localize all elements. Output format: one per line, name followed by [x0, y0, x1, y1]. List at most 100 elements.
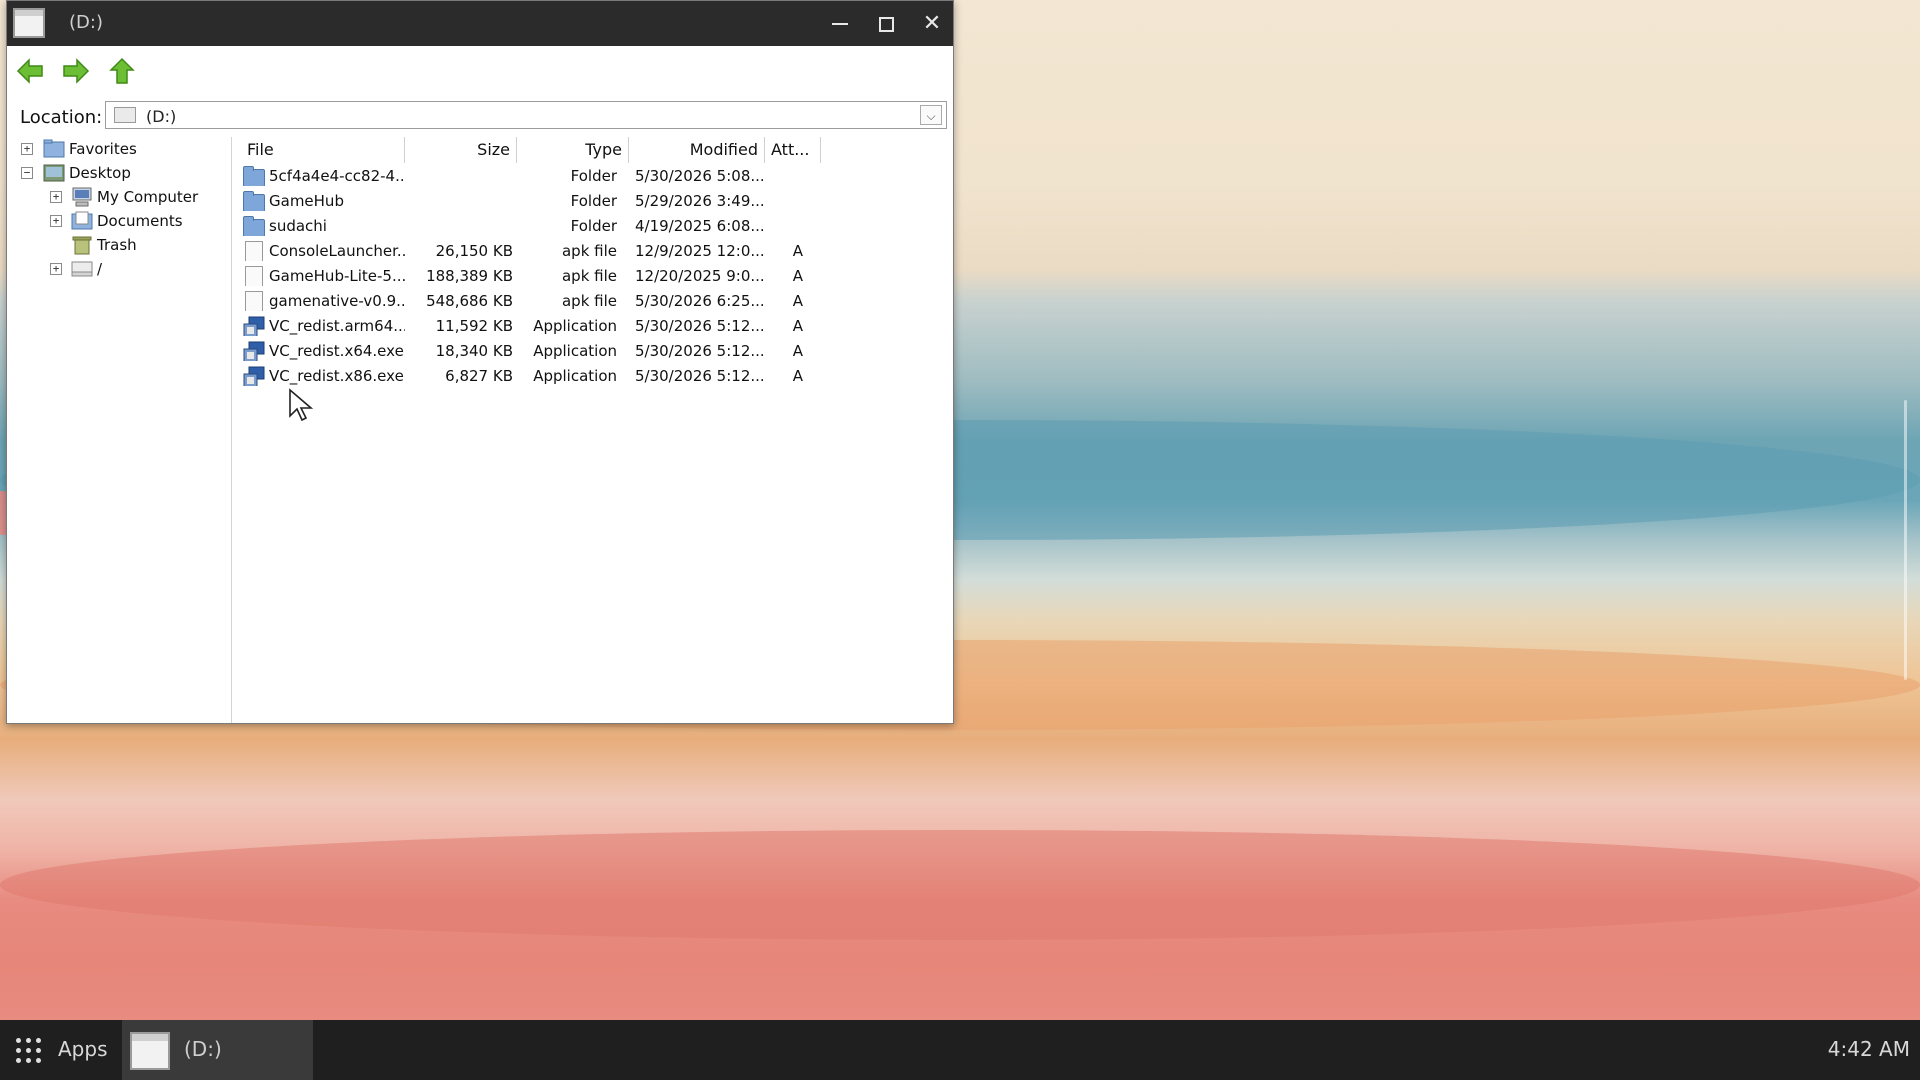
file-row[interactable]: GameHub Folder 5/29/2026 3:49... — [233, 189, 833, 214]
file-size — [405, 214, 513, 239]
location-bar: Location: (D:) ⌵ — [7, 97, 953, 133]
file-type: Application — [533, 342, 617, 360]
folder-icon — [243, 216, 265, 236]
file-icon — [245, 266, 263, 286]
arrow-up-icon — [109, 57, 135, 84]
desktop-icon — [43, 164, 65, 182]
tree-expander[interactable]: + — [50, 263, 62, 275]
file-name: ConsoleLauncher... — [269, 242, 405, 260]
file-row[interactable]: VC_redist.x86.exe 6,827 KB Application 5… — [233, 364, 833, 389]
file-size: 548,686 KB — [426, 292, 513, 310]
file-attributes: A — [792, 317, 803, 335]
wallpaper-wave — [0, 830, 1920, 940]
file-type: apk file — [561, 267, 617, 285]
file-modified: 5/29/2026 3:49... — [635, 192, 765, 210]
file-row[interactable]: VC_redist.arm64... 11,592 KB Application… — [233, 314, 833, 339]
column-header-attributes[interactable]: Att... — [765, 137, 821, 163]
tree-expander[interactable]: + — [50, 191, 62, 203]
folder-icon — [243, 166, 265, 186]
file-icon — [245, 291, 263, 311]
file-modified: 5/30/2026 5:12... — [635, 367, 765, 385]
file-name: 5cf4a4e4-cc82-4... — [269, 167, 405, 185]
file-size — [405, 164, 513, 189]
file-icon — [245, 241, 263, 261]
window-title: (D:) — [69, 12, 103, 33]
apps-menu-button[interactable]: Apps — [0, 1020, 120, 1080]
file-type: apk file — [561, 292, 617, 310]
taskbar-window-button[interactable]: (D:) — [122, 1020, 313, 1080]
tree-expander[interactable]: + — [21, 143, 33, 155]
computer-icon — [72, 187, 92, 207]
file-row[interactable]: VC_redist.x64.exe 18,340 KB Application … — [233, 339, 833, 364]
drive-icon — [71, 261, 93, 277]
app-grid-icon — [16, 1038, 42, 1064]
file-size — [405, 189, 513, 214]
forward-button[interactable] — [61, 56, 91, 86]
file-attributes — [773, 214, 803, 239]
close-icon: ✕ — [922, 11, 942, 36]
desktop-scroll-indicator — [1904, 400, 1907, 680]
folder-icon — [243, 191, 265, 211]
file-size: 188,389 KB — [426, 267, 513, 285]
column-header-type[interactable]: Type — [517, 137, 629, 163]
file-size: 11,592 KB — [435, 317, 513, 335]
apps-label: Apps — [58, 1037, 108, 1061]
file-modified: 5/30/2026 5:12... — [635, 342, 765, 360]
file-type: Folder — [570, 217, 617, 235]
file-attributes — [773, 164, 803, 189]
arrow-left-icon — [16, 58, 43, 84]
file-name: gamenative-v0.9.... — [269, 292, 405, 310]
pane-splitter[interactable] — [231, 137, 232, 723]
back-button[interactable] — [15, 56, 45, 86]
file-row[interactable]: sudachi Folder 4/19/2025 6:08... — [233, 214, 833, 239]
tree-item-label: Favorites — [69, 140, 137, 158]
tree-expander[interactable]: − — [21, 167, 33, 179]
file-attributes: A — [792, 267, 803, 285]
location-combobox[interactable]: (D:) ⌵ — [105, 101, 947, 129]
minimize-button[interactable] — [825, 9, 855, 39]
column-header-file[interactable]: File — [233, 137, 405, 163]
up-button[interactable] — [107, 56, 137, 86]
tree-item-label: Documents — [97, 212, 183, 230]
file-modified: 5/30/2026 6:25... — [635, 292, 765, 310]
file-modified: 12/9/2025 12:0... — [635, 242, 765, 260]
file-row[interactable]: 5cf4a4e4-cc82-4... Folder 5/30/2026 5:08… — [233, 164, 833, 189]
file-name: VC_redist.arm64... — [269, 317, 405, 335]
file-name: sudachi — [269, 217, 327, 235]
location-value[interactable]: (D:) — [146, 107, 176, 126]
favorites-folder-icon — [43, 139, 65, 158]
mouse-pointer-icon — [289, 388, 314, 422]
clock[interactable]: 4:42 AM — [1828, 1037, 1910, 1061]
close-button[interactable]: ✕ — [917, 9, 947, 39]
file-size: 18,340 KB — [435, 342, 513, 360]
file-name: VC_redist.x64.exe — [269, 342, 404, 360]
file-size: 6,827 KB — [445, 367, 513, 385]
arrow-right-icon — [63, 58, 90, 84]
location-label: Location: — [20, 107, 103, 128]
application-icon — [243, 366, 265, 386]
window-app-icon — [13, 8, 45, 38]
column-header-size[interactable]: Size — [405, 137, 517, 163]
file-type: apk file — [561, 242, 617, 260]
file-attributes: A — [792, 342, 803, 360]
maximize-button[interactable] — [871, 9, 901, 39]
file-row[interactable]: gamenative-v0.9.... 548,686 KB apk file … — [233, 289, 833, 314]
file-attributes — [773, 189, 803, 214]
file-type: Folder — [570, 192, 617, 210]
chevron-down-icon: ⌵ — [926, 109, 936, 123]
location-dropdown-button[interactable]: ⌵ — [920, 105, 942, 125]
window-titlebar[interactable]: (D:) ✕ — [7, 1, 953, 46]
file-size: 26,150 KB — [435, 242, 513, 260]
tree-item-label: / — [97, 260, 103, 278]
file-row[interactable]: ConsoleLauncher... 26,150 KB apk file 12… — [233, 239, 833, 264]
file-modified: 4/19/2025 6:08... — [635, 217, 765, 235]
file-row[interactable]: GameHub-Lite-5.... 188,389 KB apk file 1… — [233, 264, 833, 289]
column-header-modified[interactable]: Modified — [629, 137, 765, 163]
tree-item-label: My Computer — [97, 188, 199, 206]
file-type: Application — [533, 317, 617, 335]
taskbar-window-label: (D:) — [184, 1037, 222, 1061]
tree-item-label: Trash — [97, 236, 137, 254]
file-attributes: A — [792, 242, 803, 260]
tree-expander[interactable]: + — [50, 215, 62, 227]
drive-icon — [114, 107, 136, 123]
